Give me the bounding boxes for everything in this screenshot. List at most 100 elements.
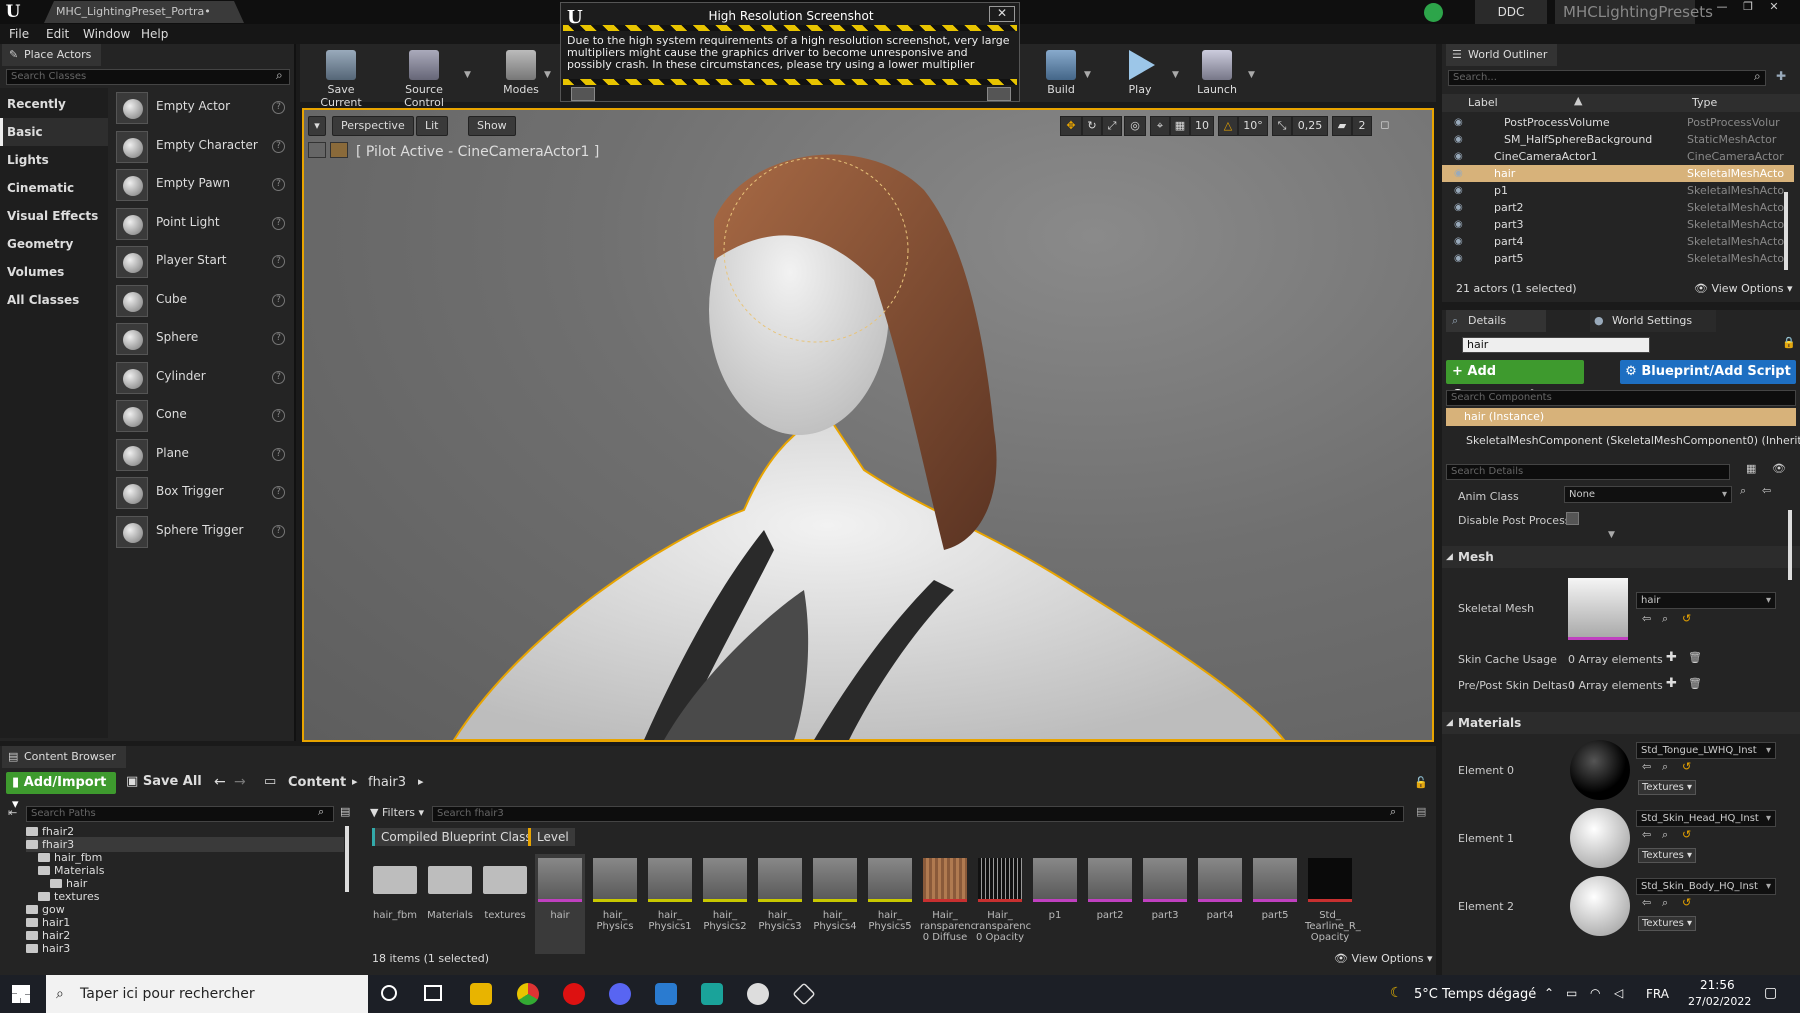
actor-item[interactable]: Player Start? xyxy=(116,242,290,282)
asset-tile[interactable]: part2 xyxy=(1085,854,1135,954)
build-dropdown-icon[interactable]: ▼ xyxy=(1084,70,1091,80)
details-eye-icon[interactable]: 👁 xyxy=(1772,462,1786,475)
skeletal-mesh-browse-icon[interactable]: ⌕ xyxy=(1662,612,1668,626)
help-icon[interactable]: ? xyxy=(272,255,285,268)
launch-dropdown-icon[interactable]: ▼ xyxy=(1248,70,1255,80)
help-icon[interactable]: ? xyxy=(272,139,285,153)
component-row[interactable]: SkeletalMeshComponent (SkeletalMeshCompo… xyxy=(1466,434,1800,447)
material-reset-icon[interactable]: ↺ xyxy=(1682,760,1691,773)
material-browse-icon[interactable]: ⌕ xyxy=(1662,760,1668,774)
asset-tile[interactable]: hair_ Physics2 xyxy=(700,854,750,954)
file-explorer-icon[interactable] xyxy=(470,983,492,1005)
photos-icon[interactable] xyxy=(655,983,677,1005)
help-icon[interactable]: ? xyxy=(272,486,285,499)
actor-item[interactable]: Empty Character? xyxy=(116,127,290,167)
opera-icon[interactable] xyxy=(563,983,585,1005)
add-component-button[interactable]: + Add Component ▾ xyxy=(1446,360,1584,403)
outliner-row[interactable]: ◉ PostProcessVolume PostProcessVolur xyxy=(1442,114,1794,131)
world-settings-tab[interactable]: ● World Settings xyxy=(1590,310,1717,332)
category-lights[interactable]: Lights xyxy=(0,146,108,174)
prepost-add-icon[interactable]: ✚ xyxy=(1666,676,1677,691)
wifi-icon[interactable]: ◠ xyxy=(1590,986,1600,1000)
visibility-eye-icon[interactable]: ◉ xyxy=(1454,114,1463,131)
skeletal-mesh-thumbnail[interactable] xyxy=(1568,578,1628,640)
weather-text[interactable]: 5°C Temps dégagé xyxy=(1414,987,1536,1002)
use-selected-icon[interactable]: ⇦ xyxy=(1762,484,1771,497)
outliner-row[interactable]: ◉ hair SkeletalMeshActo xyxy=(1442,165,1794,182)
metahuman-icon[interactable] xyxy=(701,983,723,1005)
type-column-header[interactable]: Type xyxy=(1692,96,1717,109)
mesh-section-header[interactable]: ◢ Mesh xyxy=(1442,546,1800,568)
actor-item[interactable]: Cube? xyxy=(116,281,290,321)
disable-post-process-checkbox[interactable] xyxy=(1566,512,1579,525)
maximize-icon[interactable]: ❐ xyxy=(1736,0,1760,16)
modes-button[interactable]: Modes xyxy=(496,44,546,102)
visibility-eye-icon[interactable]: ◉ xyxy=(1454,216,1463,233)
category-cinematic[interactable]: Cinematic xyxy=(0,174,108,202)
textures-dropdown[interactable]: Textures ▾ xyxy=(1638,916,1697,931)
notification-close-button[interactable]: ✕ xyxy=(989,6,1015,22)
label-column-header[interactable]: Label xyxy=(1468,96,1498,109)
clock-date[interactable]: 27/02/2022 xyxy=(1688,995,1751,1008)
actor-item[interactable]: Box Trigger? xyxy=(116,473,290,513)
actor-item[interactable]: Empty Pawn? xyxy=(116,165,290,205)
lock-icon[interactable]: 🔒 xyxy=(1782,336,1796,349)
source-control-dropdown-icon[interactable]: ▼ xyxy=(464,70,471,80)
search-components-input[interactable]: Search Components xyxy=(1446,390,1796,406)
details-tab[interactable]: ⌕ Details xyxy=(1446,310,1547,332)
windows-start-icon[interactable] xyxy=(12,985,30,1003)
menu-window[interactable]: Window xyxy=(83,27,130,41)
visibility-eye-icon[interactable]: ◉ xyxy=(1454,148,1463,165)
back-icon[interactable]: ← xyxy=(214,774,226,790)
help-icon[interactable]: ? xyxy=(272,101,285,114)
source-control-button[interactable]: Source Control xyxy=(384,44,464,109)
discord-icon[interactable] xyxy=(609,983,631,1005)
screenshot-tool-icon[interactable] xyxy=(571,87,595,101)
material-browse-icon[interactable]: ⌕ xyxy=(1662,828,1668,842)
material-dropdown[interactable]: Std_Skin_Head_HQ_Inst xyxy=(1636,810,1776,827)
visibility-eye-icon[interactable]: ◉ xyxy=(1454,250,1463,267)
notifications-icon[interactable]: ▢ xyxy=(1764,985,1777,1001)
task-view-icon[interactable] xyxy=(424,985,442,1001)
skeletal-mesh-reset-icon[interactable]: ↺ xyxy=(1682,612,1691,625)
modes-dropdown-icon[interactable]: ▼ xyxy=(544,70,551,80)
help-icon[interactable]: ? xyxy=(272,332,285,345)
visibility-eye-icon[interactable]: ◉ xyxy=(1454,165,1463,182)
filters-button[interactable]: ▼ Filters ▾ xyxy=(370,806,424,819)
anim-class-dropdown[interactable]: None xyxy=(1564,486,1732,503)
asset-tile[interactable]: Std_ Tearline_R_ Opacity xyxy=(1305,854,1361,954)
path-more-icon[interactable]: ▸ xyxy=(418,775,424,788)
asset-tile[interactable]: hair xyxy=(535,854,585,954)
material-thumbnail[interactable] xyxy=(1570,740,1630,800)
actor-item[interactable]: Empty Actor? xyxy=(116,88,290,128)
paths-options-icon[interactable]: ▤ xyxy=(340,805,350,818)
visibility-eye-icon[interactable]: ◉ xyxy=(1454,131,1463,148)
material-reset-icon[interactable]: ↺ xyxy=(1682,828,1691,841)
skeletal-mesh-use-icon[interactable]: ⇦ xyxy=(1642,612,1651,625)
material-use-icon[interactable]: ⇦ xyxy=(1642,760,1651,773)
search-classes-input[interactable]: Search Classes xyxy=(6,69,290,85)
asset-tile[interactable]: hair_ Physics5 xyxy=(865,854,915,954)
filter-level[interactable]: Level xyxy=(528,828,575,846)
level-viewport[interactable]: ▾ Perspective Lit Show [ Pilot Active - … xyxy=(302,108,1434,742)
clock-time[interactable]: 21:56 xyxy=(1700,978,1735,992)
language-indicator[interactable]: FRA xyxy=(1646,987,1669,1001)
add-actor-icon[interactable]: ✚ xyxy=(1776,69,1786,83)
material-dropdown[interactable]: Std_Tongue_LWHQ_Inst xyxy=(1636,742,1776,759)
folder-tree-item[interactable]: hair3 xyxy=(26,941,70,956)
menu-help[interactable]: Help xyxy=(141,27,168,41)
visibility-eye-icon[interactable]: ◉ xyxy=(1454,199,1463,216)
unreal-taskbar-icon[interactable] xyxy=(747,983,769,1005)
search-paths-input[interactable]: Search Paths xyxy=(26,806,334,822)
actor-name-field[interactable]: hair xyxy=(1462,337,1650,353)
asset-folder[interactable]: hair_fbm xyxy=(370,854,420,954)
content-view-options-button[interactable]: 👁 View Options ▾ xyxy=(1334,952,1433,965)
asset-tile[interactable]: Hair_ ransparenc 0 Opacity xyxy=(975,854,1031,954)
skeletal-mesh-dropdown[interactable]: hair xyxy=(1636,592,1776,609)
asset-tile[interactable]: part4 xyxy=(1195,854,1245,954)
category-volumes[interactable]: Volumes xyxy=(0,258,108,286)
material-browse-icon[interactable]: ⌕ xyxy=(1662,896,1668,910)
volume-icon[interactable]: ◁ xyxy=(1614,986,1623,1000)
ddc-button[interactable]: DDC xyxy=(1475,0,1547,24)
material-dropdown[interactable]: Std_Skin_Body_HQ_Inst xyxy=(1636,878,1776,895)
